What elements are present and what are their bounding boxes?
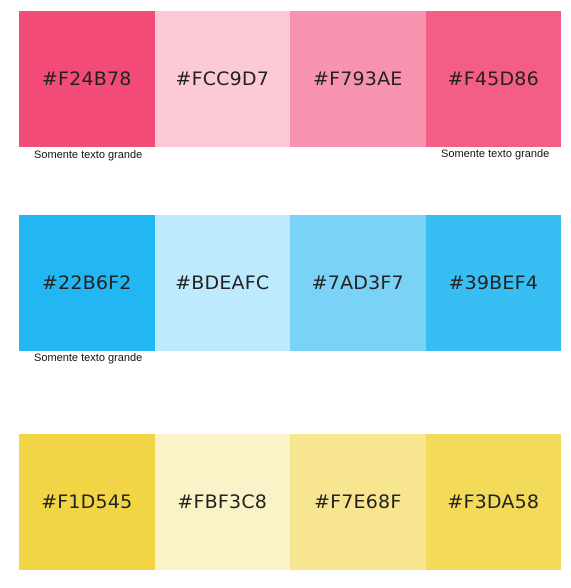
hex-code-label: #F793AE <box>312 68 403 90</box>
hex-code-label: #FBF3C8 <box>177 491 268 513</box>
contrast-note: Somente texto grande <box>34 149 143 161</box>
palette-row-blue: #22B6F2 #BDEAFC #7AD3F7 #39BEF4 <box>19 215 561 351</box>
contrast-note: Somente texto grande <box>34 352 143 364</box>
contrast-note: Somente texto grande <box>441 148 550 160</box>
hex-code-label: #BDEAFC <box>175 272 270 294</box>
color-swatch: #F793AE <box>290 11 426 147</box>
hex-code-label: #7AD3F7 <box>311 272 404 294</box>
hex-code-label: #F45D86 <box>447 68 539 90</box>
hex-code-label: #F1D545 <box>41 491 133 513</box>
color-swatch: #F3DA58 <box>425 434 561 570</box>
color-swatch: #39BEF4 <box>425 215 561 351</box>
color-swatch: #FBF3C8 <box>154 434 290 570</box>
color-swatch: #F45D86 <box>425 11 561 147</box>
hex-code-label: #F7E68F <box>314 491 402 513</box>
color-swatch: #7AD3F7 <box>290 215 426 351</box>
hex-code-label: #F24B78 <box>41 68 132 90</box>
palette-row-pink: #F24B78 #FCC9D7 #F793AE #F45D86 <box>19 11 561 147</box>
color-swatch: #FCC9D7 <box>154 11 290 147</box>
color-swatch: #22B6F2 <box>19 215 155 351</box>
color-swatch: #F24B78 <box>19 11 155 147</box>
hex-code-label: #39BEF4 <box>448 272 539 294</box>
palette-row-yellow: #F1D545 #FBF3C8 #F7E68F #F3DA58 <box>19 434 561 570</box>
hex-code-label: #22B6F2 <box>41 272 132 294</box>
hex-code-label: #FCC9D7 <box>175 68 270 90</box>
color-swatch: #BDEAFC <box>154 215 290 351</box>
color-swatch: #F7E68F <box>290 434 426 570</box>
hex-code-label: #F3DA58 <box>447 491 540 513</box>
color-swatch: #F1D545 <box>19 434 155 570</box>
